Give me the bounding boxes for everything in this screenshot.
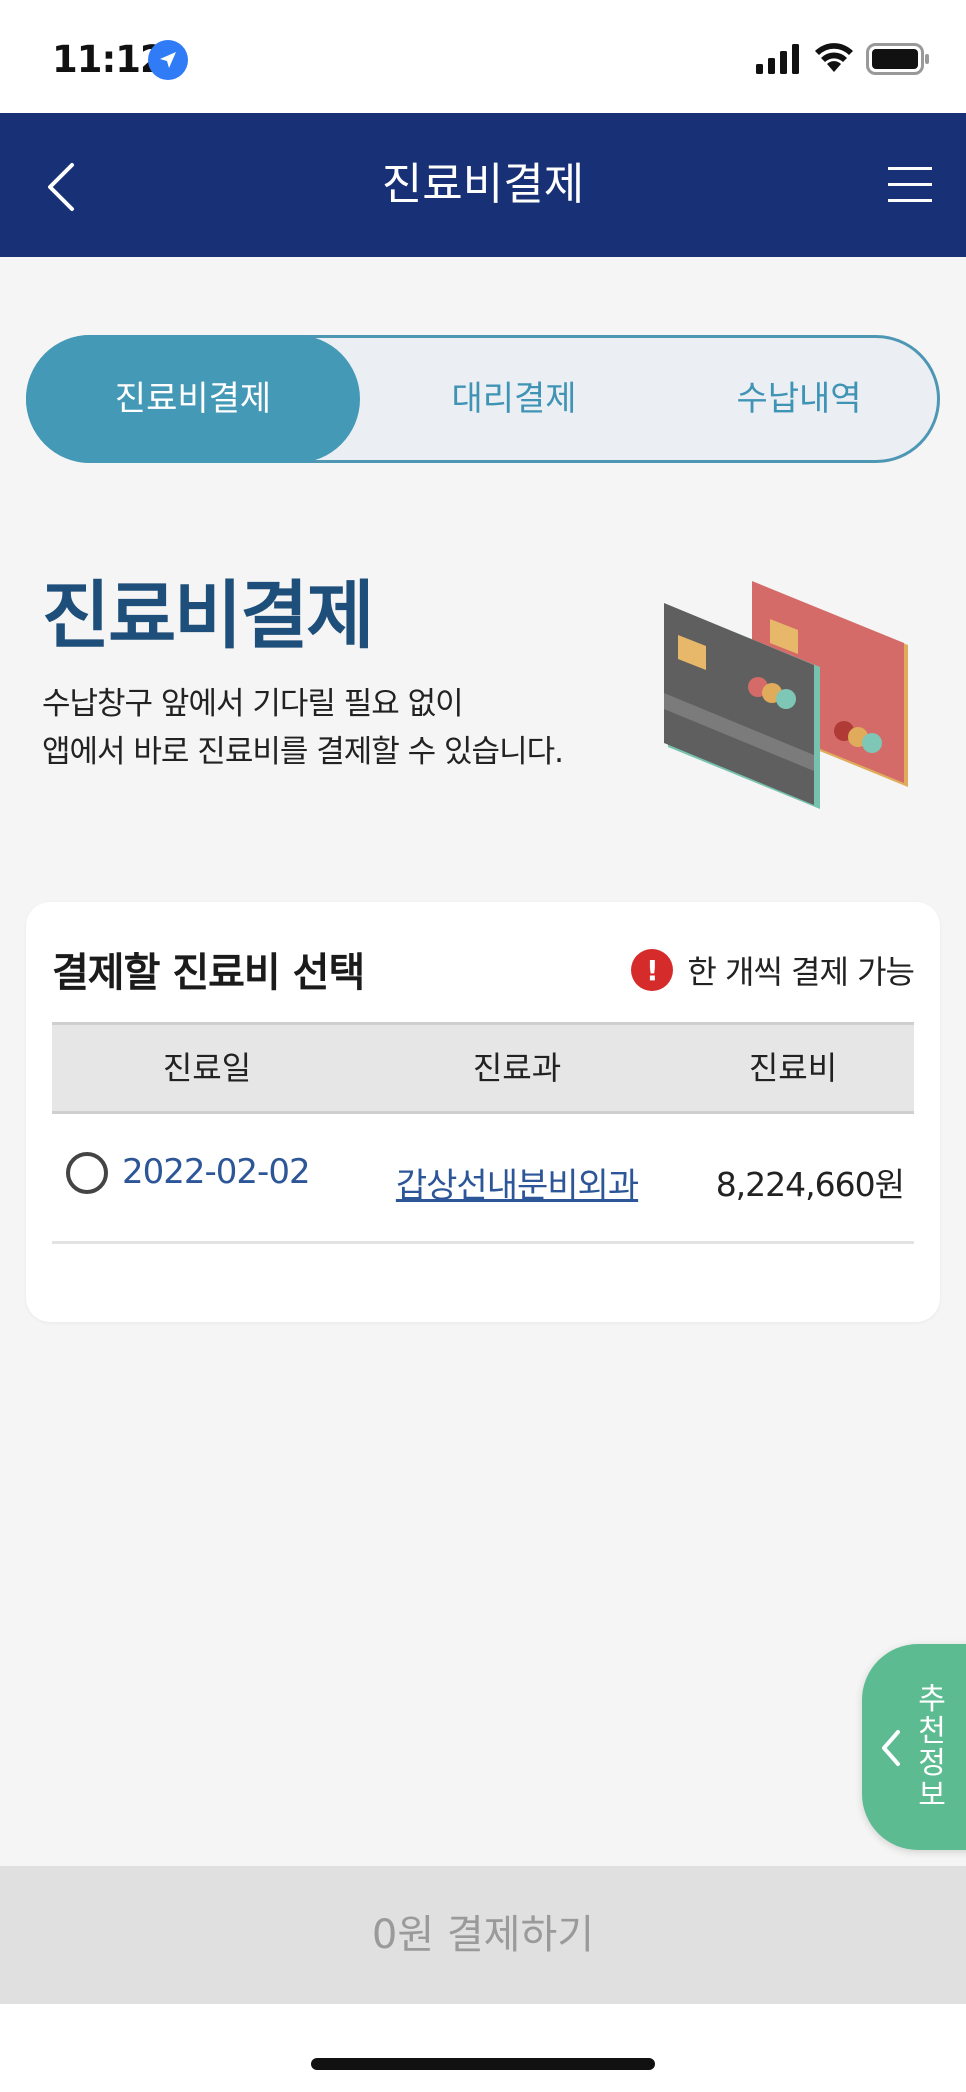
app-header: 진료비결제 xyxy=(0,113,966,257)
column-header-department: 진료과 xyxy=(472,1049,562,1087)
back-chevron-icon[interactable] xyxy=(40,157,90,217)
reco-char: 천 xyxy=(918,1714,946,1749)
tab-payment[interactable]: 진료비결제 xyxy=(26,335,360,463)
pay-button[interactable]: 0원 결제하기 xyxy=(0,1866,966,2004)
treatment-date[interactable]: 2022-02-02 xyxy=(122,1152,311,1192)
chevron-left-icon xyxy=(882,1730,900,1766)
treatment-amount: 8,224,660원 xyxy=(715,1165,905,1204)
recommendation-label: 추 천 정 보 xyxy=(914,1684,950,1812)
wifi-icon xyxy=(815,43,853,72)
hamburger-menu-icon[interactable] xyxy=(888,163,932,207)
hero-title: 진료비결제 xyxy=(42,573,374,659)
department-link[interactable]: 갑상선내분비외과 xyxy=(362,1158,672,1207)
battery-icon xyxy=(866,43,929,75)
page-title: 진료비결제 xyxy=(381,159,585,210)
hero-desc-line-2: 앱에서 바로 진료비를 결제할 수 있습니다. xyxy=(42,734,564,770)
credit-cards-illustration xyxy=(664,581,908,809)
exclamation-alert-icon: ! xyxy=(631,949,674,991)
reco-char: 정 xyxy=(918,1746,946,1781)
tab-proxy-payment[interactable]: 대리결제 xyxy=(364,335,664,463)
reco-char: 추 xyxy=(918,1682,946,1717)
panel-title: 결제할 진료비 선택 xyxy=(52,950,365,996)
tab-bar: 진료비결제 대리결제 수납내역 xyxy=(26,335,940,463)
column-header-date: 진료일 xyxy=(162,1049,252,1087)
recommendation-info-tab[interactable]: 추 천 정 보 xyxy=(862,1644,966,1850)
table-header: 진료일 진료과 진료비 xyxy=(52,1022,914,1114)
reco-char: 보 xyxy=(918,1778,946,1813)
tab-payment-history[interactable]: 수납내역 xyxy=(659,335,939,463)
row-select-radio[interactable] xyxy=(66,1152,108,1194)
notice-text: 한 개씩 결제 가능 xyxy=(687,953,915,991)
hero-desc-line-1: 수납창구 앞에서 기다릴 필요 없이 xyxy=(42,686,464,722)
notice: ! 한 개씩 결제 가능 xyxy=(631,948,915,992)
location-arrow-icon xyxy=(148,40,188,80)
home-indicator[interactable] xyxy=(311,2058,655,2070)
table-row[interactable]: 2022-02-02 갑상선내분비외과 8,224,660원 xyxy=(52,1114,914,1244)
column-header-amount: 진료비 xyxy=(748,1049,838,1087)
hero-description: 수납창구 앞에서 기다릴 필요 없이 앱에서 바로 진료비를 결제할 수 있습니… xyxy=(42,680,564,776)
cellular-signal-icon xyxy=(756,44,799,74)
status-bar: 11:12 xyxy=(0,0,966,113)
bill-selection-panel: 결제할 진료비 선택 ! 한 개씩 결제 가능 진료일 진료과 진료비 2022… xyxy=(26,902,940,1322)
home-indicator-area xyxy=(0,2004,966,2092)
